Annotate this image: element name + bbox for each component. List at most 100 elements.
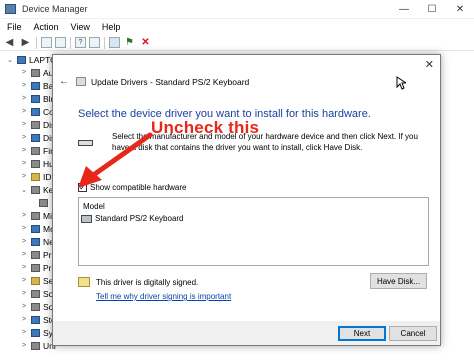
tree-item[interactable]: > Mic (0, 209, 56, 222)
have-disk-button[interactable]: Have Disk... (370, 273, 427, 289)
chevron-right-icon[interactable]: > (20, 290, 28, 297)
device-manager-titlebar: Device Manager — ☐ ✕ (0, 0, 474, 19)
chevron-right-icon[interactable]: > (20, 329, 28, 336)
mouse-icon (31, 211, 40, 220)
show-compatible-hardware-checkbox[interactable]: ✓ (78, 183, 87, 192)
update-driver-icon[interactable]: ⚑ (123, 36, 136, 49)
driver-signing-link[interactable]: Tell me why driver signing is important (96, 292, 231, 301)
chevron-right-icon[interactable]: > (20, 316, 28, 323)
mouse-cursor-icon (396, 76, 406, 90)
dialog-close-icon[interactable]: ✕ (425, 58, 434, 71)
monitor-icon[interactable] (109, 37, 120, 48)
tree-item[interactable]: > Dis (0, 131, 55, 144)
chevron-right-icon[interactable]: > (20, 147, 28, 154)
chevron-right-icon[interactable]: > (20, 342, 28, 349)
chevron-right-icon[interactable]: > (20, 160, 28, 167)
system-icon (31, 328, 40, 337)
toolbar-separator (70, 36, 71, 49)
cancel-button[interactable]: Cancel (389, 326, 437, 341)
software-icon (31, 302, 40, 311)
processor-icon (31, 263, 40, 272)
security-icon (31, 276, 40, 285)
menu-view[interactable]: View (71, 22, 90, 32)
tree-item[interactable]: > Hu (0, 157, 54, 170)
chevron-right-icon[interactable]: > (20, 95, 28, 102)
tree-item[interactable]: > Pro (0, 261, 56, 274)
chevron-down-icon[interactable]: ⌄ (20, 186, 28, 194)
tree-item[interactable]: > Pri (0, 248, 53, 261)
tree-item[interactable]: > Sec (0, 274, 58, 287)
tree-item[interactable]: > Uni (0, 339, 56, 352)
annotation-text: Uncheck this (151, 118, 260, 137)
show-compatible-hardware-row[interactable]: ✓ Show compatible hardware (78, 183, 187, 192)
back-icon[interactable]: ◀ (3, 36, 16, 49)
tree-item[interactable]: > Sof (0, 300, 56, 313)
list-icon[interactable] (55, 37, 66, 48)
toolbar-separator (36, 36, 37, 49)
signed-text: This driver is digitally signed. (96, 277, 199, 287)
next-button[interactable]: Next (338, 326, 386, 341)
minimize-button[interactable]: — (390, 0, 418, 19)
back-arrow-icon[interactable]: ← (59, 76, 69, 87)
chevron-right-icon[interactable]: > (20, 264, 28, 271)
chevron-right-icon[interactable]: > (20, 82, 28, 89)
chevron-right-icon[interactable]: > (20, 134, 28, 141)
ide-icon (31, 172, 40, 181)
tree-item[interactable]: > Cor (0, 105, 57, 118)
chevron-right-icon[interactable]: > (20, 69, 28, 76)
device-icon (78, 140, 93, 146)
computer-icon (31, 107, 40, 116)
menu-action[interactable]: Action (34, 22, 59, 32)
tree-item[interactable]: > Blu (0, 92, 55, 105)
audio-icon (31, 68, 40, 77)
tree-item[interactable]: > Sto (0, 313, 56, 326)
chevron-right-icon[interactable]: > (20, 277, 28, 284)
software-icon (31, 289, 40, 298)
tree-item[interactable]: > Sys (0, 326, 57, 339)
menu-file[interactable]: File (7, 22, 22, 32)
tree-item[interactable]: > Fir (0, 144, 53, 157)
usb-icon (31, 341, 40, 350)
chevron-right-icon[interactable]: > (20, 251, 28, 258)
chevron-right-icon[interactable]: > (20, 225, 28, 232)
maximize-button[interactable]: ☐ (418, 0, 446, 19)
signed-driver-icon (78, 277, 90, 287)
chevron-right-icon[interactable]: > (20, 238, 28, 245)
hid-icon (31, 159, 40, 168)
close-button[interactable]: ✕ (446, 0, 474, 19)
chevron-right-icon[interactable]: > (20, 108, 28, 115)
hardware-icon (76, 77, 86, 86)
forward-icon[interactable]: ▶ (19, 36, 32, 49)
tree-item-keyboards[interactable]: ⌄ Key (0, 183, 58, 196)
toolbar-separator (104, 36, 105, 49)
computer-icon (17, 55, 26, 64)
chevron-right-icon[interactable]: > (20, 173, 28, 180)
chevron-down-icon[interactable]: ⌄ (6, 56, 14, 64)
tree-item[interactable]: > Net (0, 235, 56, 248)
chevron-right-icon[interactable]: > (20, 303, 28, 310)
help-icon[interactable]: ? (75, 37, 86, 48)
disk-icon (31, 120, 40, 129)
chevron-right-icon[interactable]: > (20, 121, 28, 128)
device-tree: ⌄ LAPTO > Au > Bat > Blu > Cor > Dis > D… (0, 51, 60, 361)
properties-icon[interactable] (41, 37, 52, 48)
tree-item[interactable]: > Mo (0, 222, 55, 235)
keyboard-icon (39, 198, 48, 207)
keyboard-icon (81, 214, 92, 223)
tree-item[interactable]: > Sof (0, 287, 56, 300)
tree-item-computer[interactable]: ⌄ LAPTO (0, 53, 57, 66)
tree-item[interactable]: > Au (0, 66, 53, 79)
keyboard-icon (31, 185, 40, 194)
tree-item-keyboard-child[interactable] (0, 196, 51, 209)
tree-item[interactable]: > Dis (0, 118, 55, 131)
tree-item[interactable]: > IDE (0, 170, 57, 183)
chevron-right-icon[interactable]: > (20, 212, 28, 219)
uninstall-icon[interactable]: ✕ (139, 36, 152, 49)
tree-item[interactable]: > Bat (0, 79, 56, 92)
printer-icon (31, 250, 40, 259)
device-manager-icon (5, 4, 16, 14)
view-icon[interactable] (89, 37, 100, 48)
list-item[interactable]: Standard PS/2 Keyboard (81, 214, 184, 223)
menu-help[interactable]: Help (102, 22, 121, 32)
model-list[interactable]: Model Standard PS/2 Keyboard (78, 197, 429, 266)
